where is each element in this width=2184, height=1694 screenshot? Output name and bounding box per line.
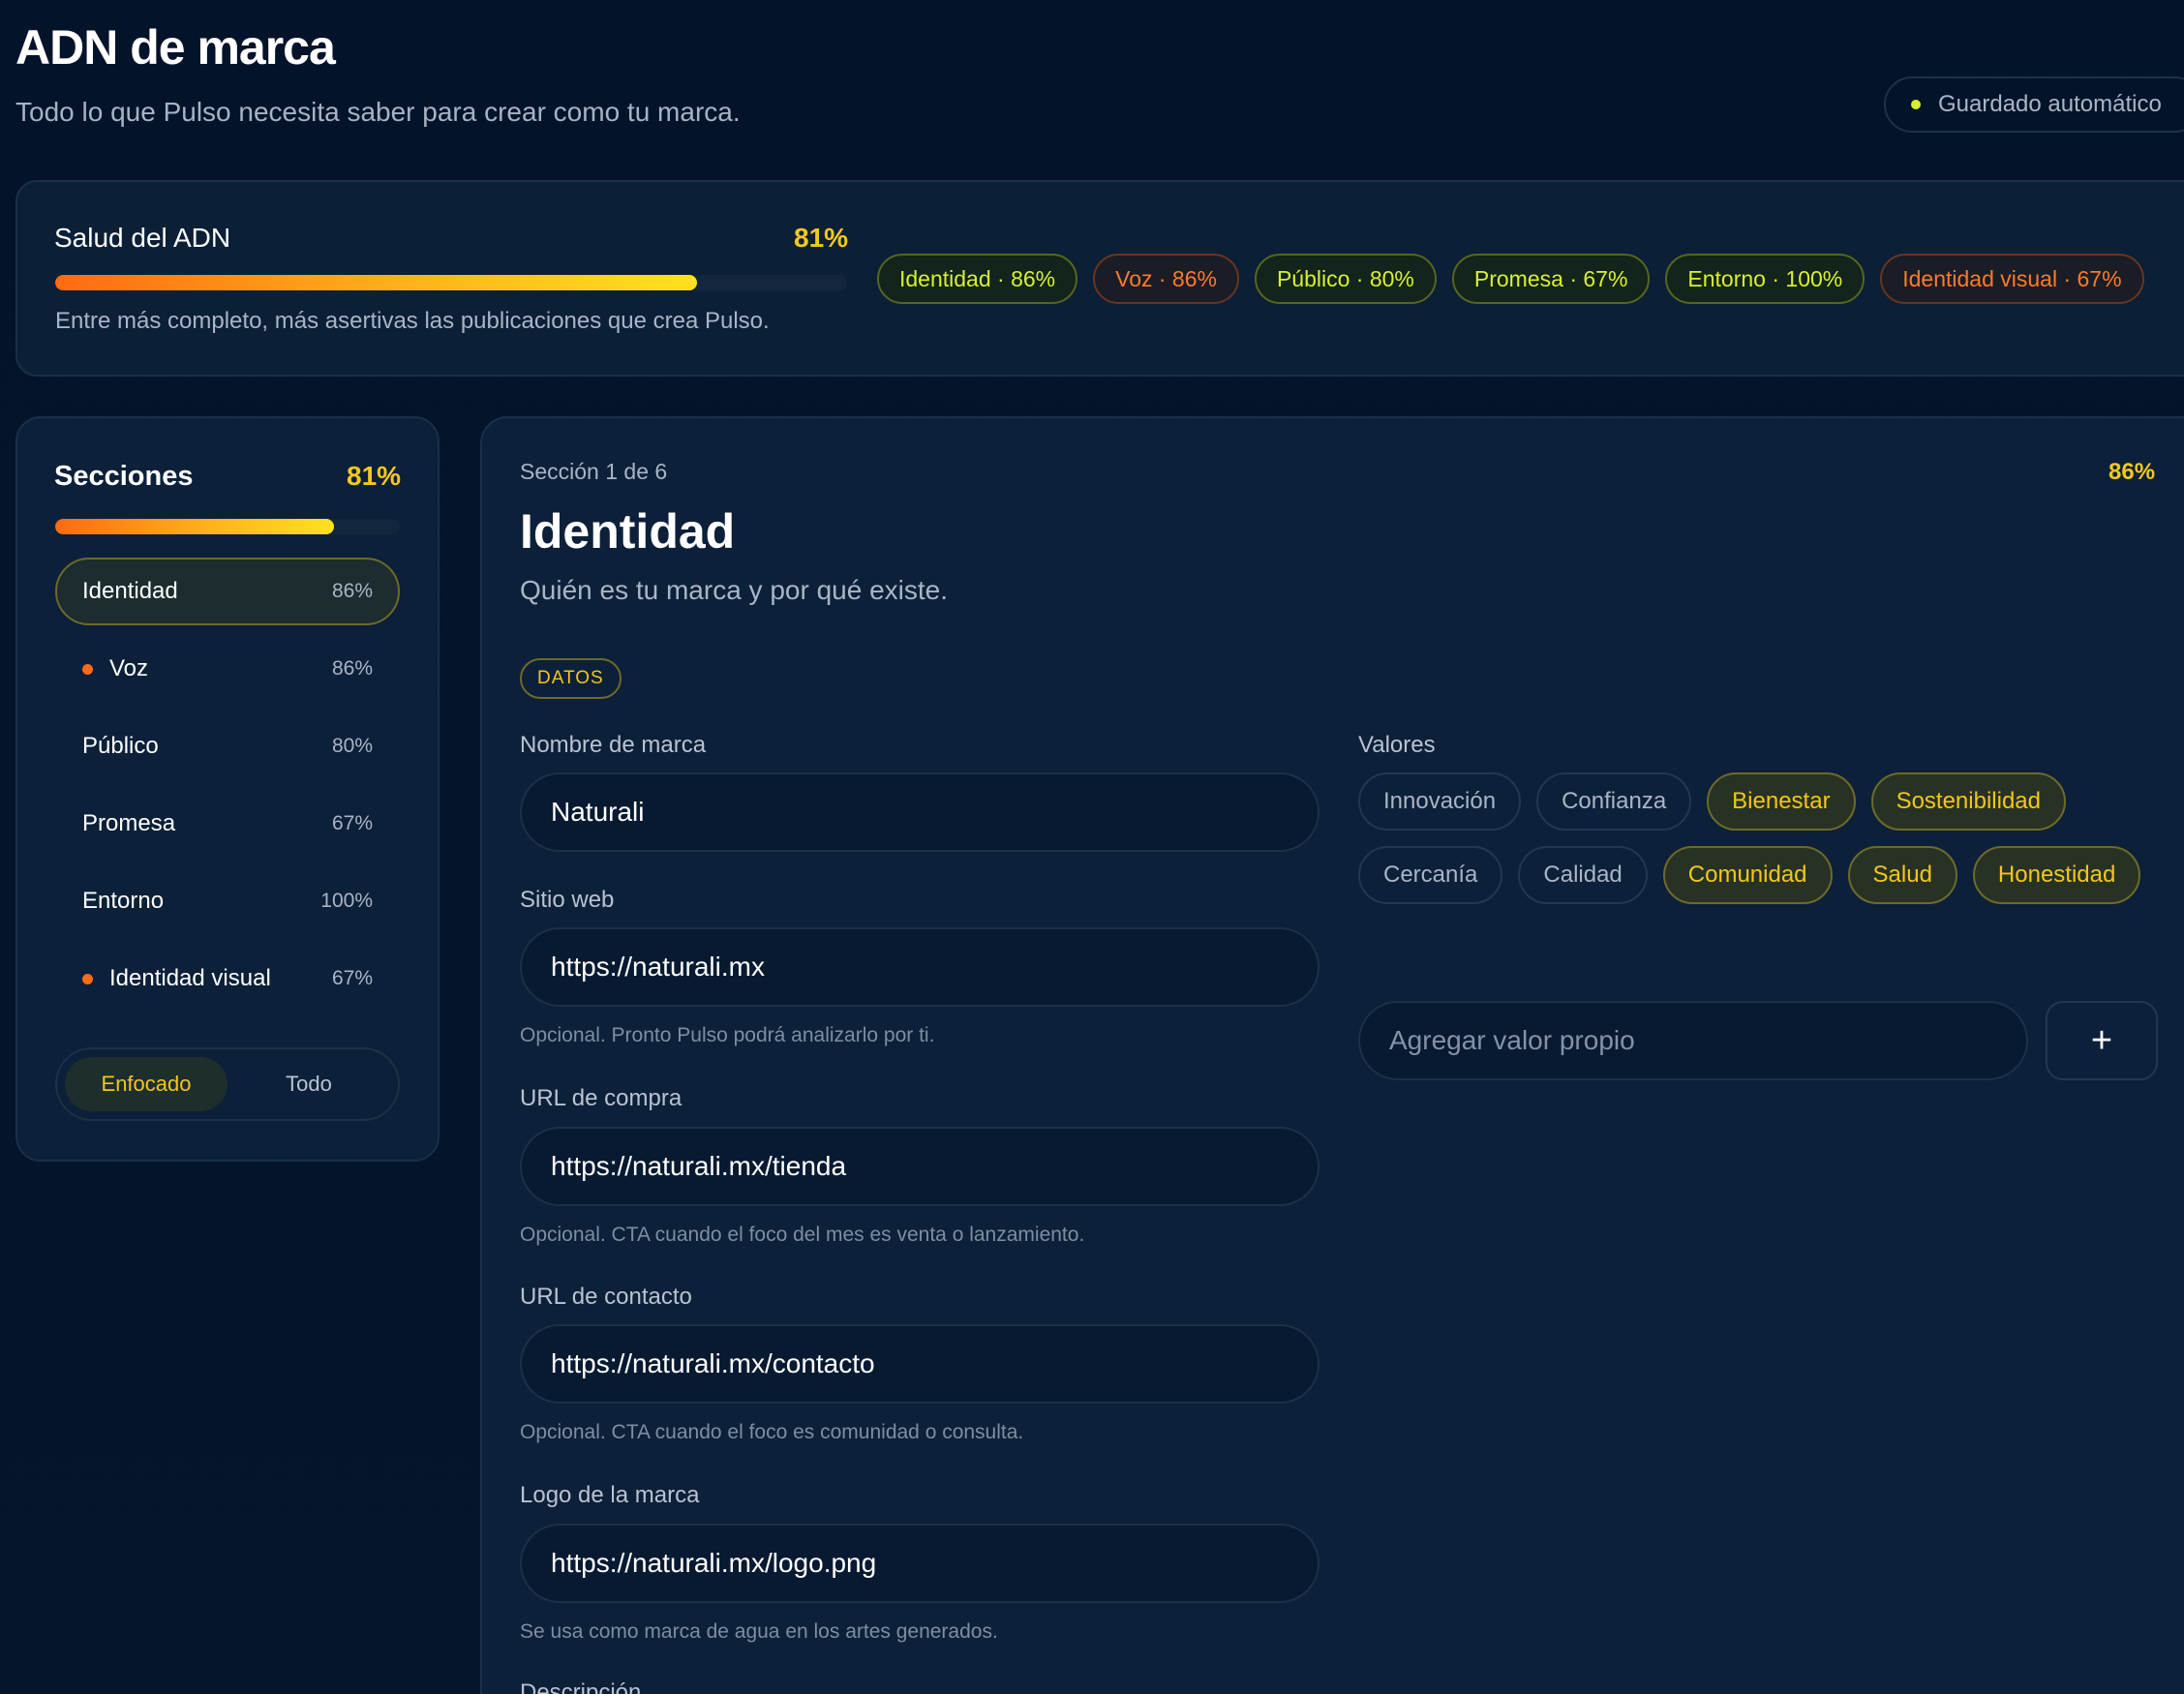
page-title: ADN de marca bbox=[15, 20, 336, 75]
website-hint: Opcional. Pronto Pulso podrá analizarlo … bbox=[520, 1024, 935, 1046]
sidebar-item-label: Entorno bbox=[82, 888, 165, 914]
add-value-button[interactable]: + bbox=[2046, 1001, 2158, 1080]
data-tag-badge: DATOS bbox=[520, 658, 622, 699]
contact-url-label: URL de contacto bbox=[520, 1284, 692, 1310]
logo-hint: Se usa como marca de agua en los artes g… bbox=[520, 1620, 998, 1643]
values-label: Valores bbox=[1358, 732, 1436, 758]
sidebar-item-identidad[interactable]: Identidad 86% bbox=[55, 558, 400, 625]
sidebar-item-percent: 67% bbox=[331, 967, 373, 989]
sidebar-item-label: Público bbox=[82, 733, 159, 759]
page-subtitle: Todo lo que Pulso necesita saber para cr… bbox=[15, 97, 741, 127]
pill-promesa[interactable]: Promesa · 67% bbox=[1451, 254, 1651, 304]
pill-entorno[interactable]: Entorno · 100% bbox=[1665, 254, 1866, 304]
value-chip-confianza[interactable]: Confianza bbox=[1536, 772, 1692, 831]
sidebar-progress-bar bbox=[55, 519, 400, 534]
pill-identidad[interactable]: Identidad · 86% bbox=[877, 254, 1078, 304]
sidebar-item-publico[interactable]: Público 80% bbox=[55, 712, 400, 780]
value-chip-calidad[interactable]: Calidad bbox=[1518, 846, 1648, 904]
section-subtitle: Quién es tu marca y por qué existe. bbox=[520, 575, 948, 605]
section-title: Identidad bbox=[520, 504, 736, 559]
status-dot-icon bbox=[1911, 100, 1921, 109]
sidebar-item-promesa[interactable]: Promesa 67% bbox=[55, 790, 400, 858]
purchase-url-hint: Opcional. CTA cuando el foco del mes es … bbox=[520, 1224, 1085, 1246]
value-chip-innovacion[interactable]: Innovación bbox=[1358, 772, 1522, 831]
values-chip-group: Innovación Confianza Bienestar Sostenibi… bbox=[1358, 772, 2171, 904]
add-value-input[interactable]: Agregar valor propio bbox=[1358, 1001, 2028, 1080]
sidebar-title: Secciones bbox=[54, 461, 194, 492]
purchase-url-field[interactable]: https://naturali.mx/tienda bbox=[520, 1127, 1320, 1206]
alert-dot-icon bbox=[82, 663, 93, 675]
section-percent: 86% bbox=[2108, 459, 2156, 485]
section-score-pills: Identidad · 86% Voz · 86% Público · 80% … bbox=[877, 254, 2144, 304]
logo-label: Logo de la marca bbox=[520, 1482, 700, 1508]
health-percent: 81% bbox=[794, 223, 849, 253]
alert-dot-icon bbox=[82, 973, 93, 984]
sidebar-item-percent: 67% bbox=[331, 812, 373, 834]
purchase-url-label: URL de compra bbox=[520, 1085, 682, 1111]
contact-url-hint: Opcional. CTA cuando el foco es comunida… bbox=[520, 1421, 1024, 1443]
value-chip-honestidad[interactable]: Honestidad bbox=[1972, 846, 2141, 904]
sidebar-item-label: Identidad bbox=[82, 578, 178, 604]
description-label: Descripción bbox=[520, 1679, 642, 1694]
sidebar-item-label: Identidad visual bbox=[109, 965, 271, 991]
brand-name-label: Nombre de marca bbox=[520, 732, 707, 758]
logo-field[interactable]: https://naturali.mx/logo.png bbox=[520, 1524, 1320, 1603]
section-counter: Sección 1 de 6 bbox=[520, 459, 668, 484]
sidebar-item-percent: 86% bbox=[331, 580, 373, 602]
value-chip-bienestar[interactable]: Bienestar bbox=[1707, 772, 1856, 831]
brand-name-field[interactable]: Naturali bbox=[520, 772, 1320, 852]
value-chip-cercania[interactable]: Cercanía bbox=[1358, 846, 1503, 904]
sidebar-progress-fill bbox=[55, 519, 335, 534]
value-chip-sostenibilidad[interactable]: Sostenibilidad bbox=[1870, 772, 2066, 831]
health-title: Salud del ADN bbox=[54, 223, 231, 253]
website-label: Sitio web bbox=[520, 887, 615, 913]
pill-voz[interactable]: Voz · 86% bbox=[1093, 254, 1239, 304]
sidebar-item-percent: 86% bbox=[331, 657, 373, 680]
toggle-all-button[interactable]: Todo bbox=[228, 1057, 390, 1111]
toggle-focused-button[interactable]: Enfocado bbox=[65, 1057, 228, 1111]
health-note: Entre más completo, más asertivas las pu… bbox=[55, 308, 770, 334]
sections-nav: Identidad 86% Voz 86% Público 80% Promes… bbox=[55, 558, 400, 1022]
autosave-label: Guardado automático bbox=[1938, 91, 2162, 117]
sidebar-item-label: Promesa bbox=[82, 810, 176, 836]
value-chip-comunidad[interactable]: Comunidad bbox=[1662, 846, 1833, 904]
pill-identidad-visual[interactable]: Identidad visual · 67% bbox=[1880, 254, 2144, 304]
sidebar-item-percent: 80% bbox=[331, 735, 373, 757]
sidebar-item-voz[interactable]: Voz 86% bbox=[55, 635, 400, 703]
sidebar-item-label: Voz bbox=[109, 655, 149, 681]
health-progress-bar bbox=[55, 275, 847, 290]
sidebar-item-percent: 100% bbox=[320, 890, 373, 912]
sidebar-item-identidad-visual[interactable]: Identidad visual 67% bbox=[55, 945, 400, 1013]
sidebar-percent: 81% bbox=[347, 461, 402, 491]
contact-url-field[interactable]: https://naturali.mx/contacto bbox=[520, 1324, 1320, 1404]
value-chip-salud[interactable]: Salud bbox=[1847, 846, 1957, 904]
health-progress-fill bbox=[55, 275, 697, 290]
autosave-indicator: Guardado automático bbox=[1884, 76, 2184, 133]
sidebar-item-entorno[interactable]: Entorno 100% bbox=[55, 867, 400, 935]
view-mode-toggle: Enfocado Todo bbox=[55, 1047, 400, 1121]
website-field[interactable]: https://naturali.mx bbox=[520, 927, 1320, 1007]
pill-publico[interactable]: Público · 80% bbox=[1254, 254, 1437, 304]
